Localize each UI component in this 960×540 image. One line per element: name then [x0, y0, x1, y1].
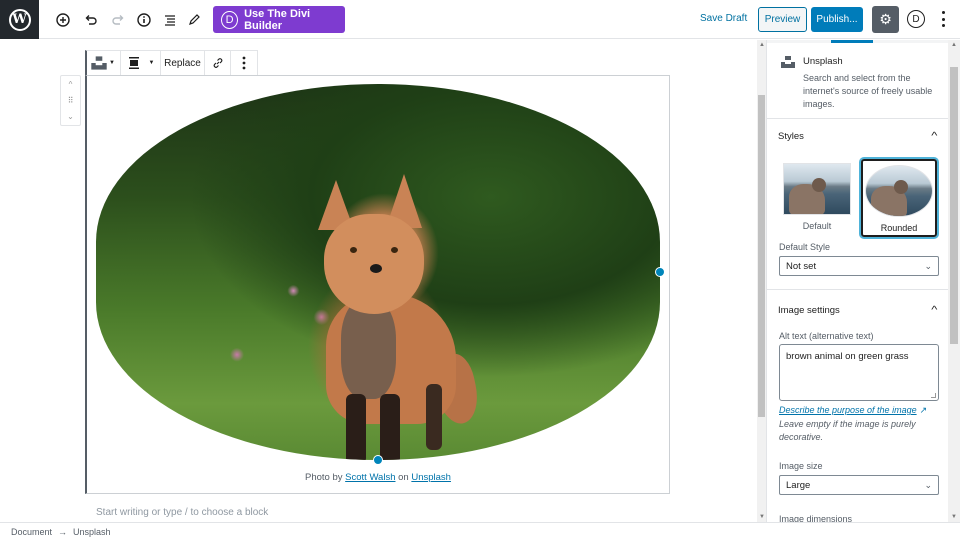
editor-header: W D Use The Divi Builder Save Draft Prev… — [0, 0, 960, 39]
image-caption[interactable]: Photo by Scott Walsh on Unsplash — [86, 472, 670, 483]
editor-scroll-thumb[interactable] — [758, 95, 765, 417]
block-breadcrumb: Document → Unsplash — [0, 522, 960, 540]
styles-panel-title: Styles — [778, 130, 804, 142]
image-dimensions-label: Image dimensions — [779, 514, 853, 522]
block-toolbar: ▼ ▼ Replace — [85, 50, 258, 76]
image-settings-title: Image settings — [778, 304, 840, 316]
describe-link-text: Describe the purpose of the image — [779, 405, 917, 415]
alt-text-help: Leave empty if the image is purely decor… — [779, 419, 916, 442]
replace-button[interactable]: Replace — [161, 51, 205, 75]
image-settings-toggle[interactable]: Image settings ^ — [767, 293, 948, 327]
redo-icon[interactable] — [108, 10, 128, 30]
unsplash-icon — [781, 56, 795, 68]
settings-button[interactable]: ⚙ — [872, 6, 899, 33]
sidebar-scrollbar[interactable]: ▲ ▼ — [948, 40, 960, 522]
block-more-options-button[interactable] — [231, 51, 256, 75]
chevron-down-icon: ⌄ — [924, 260, 932, 271]
block-card: Unsplash Search and select from the inte… — [767, 43, 948, 119]
wordpress-icon: W — [8, 8, 31, 31]
scroll-down-icon[interactable]: ▼ — [951, 514, 957, 520]
resize-handle-bottom[interactable] — [373, 455, 383, 465]
more-options-icon[interactable] — [937, 9, 949, 29]
block-mover: ^ ⠿ ⌄ — [60, 75, 81, 126]
align-button[interactable]: ▼ — [121, 51, 161, 75]
external-link-icon: ↗ — [919, 405, 928, 415]
fox-image[interactable] — [96, 84, 660, 460]
image-size-value: Large — [786, 479, 811, 491]
alt-text-value: brown animal on green grass — [786, 351, 909, 362]
chevron-up-icon: ^ — [931, 304, 938, 316]
chevron-down-icon: ⌄ — [924, 479, 932, 490]
gear-icon: ⚙ — [879, 11, 892, 27]
list-view-icon[interactable] — [160, 10, 180, 30]
block-card-description: Search and select from the internet's so… — [803, 73, 933, 109]
caret-down-icon: ▼ — [148, 60, 155, 66]
use-divi-builder-button[interactable]: D Use The Divi Builder — [213, 6, 345, 33]
align-center-icon — [128, 57, 139, 69]
wordpress-logo-button[interactable]: W — [0, 0, 39, 39]
breadcrumb-separator: → — [58, 527, 68, 537]
default-style-label: Default Style — [779, 242, 831, 252]
describe-purpose-link[interactable]: Describe the purpose of the image ↗ — [779, 405, 927, 416]
preview-button[interactable]: Preview — [758, 7, 807, 32]
block-card-title: Unsplash — [803, 56, 843, 67]
divi-button-label: Use The Divi Builder — [244, 7, 311, 32]
unsplash-icon — [91, 56, 107, 70]
default-style-select[interactable]: Not set ⌄ — [779, 256, 939, 276]
block-type-switcher[interactable]: ▼ — [87, 51, 121, 75]
publish-button[interactable]: Publish... — [811, 7, 863, 32]
image-size-label: Image size — [779, 461, 823, 471]
chevron-up-icon: ^ — [931, 130, 938, 142]
breadcrumb-unsplash[interactable]: Unsplash — [73, 527, 111, 537]
divi-logo-icon: D — [221, 10, 239, 29]
default-style-value: Not set — [786, 260, 817, 272]
styles-panel-toggle[interactable]: Styles ^ — [767, 119, 948, 153]
breadcrumb-document[interactable]: Document — [11, 527, 52, 537]
scroll-up-icon[interactable]: ▲ — [951, 42, 957, 48]
block-appender[interactable]: Start writing or type / to choose a bloc… — [96, 507, 268, 518]
edit-icon[interactable] — [184, 10, 204, 30]
caption-author-link[interactable]: Scott Walsh — [345, 472, 395, 483]
link-button[interactable] — [205, 51, 231, 75]
image-settings-panel: Image settings ^ Alt text (alternative t… — [767, 291, 948, 522]
move-up-icon[interactable]: ^ — [69, 80, 73, 89]
resize-handle-right[interactable] — [655, 267, 665, 277]
caption-prefix: Photo by — [305, 472, 346, 483]
settings-sidebar: Unsplash Search and select from the inte… — [766, 40, 948, 522]
save-draft-button[interactable]: Save Draft — [700, 13, 747, 24]
info-icon[interactable] — [134, 10, 154, 30]
move-down-icon[interactable]: ⌄ — [67, 112, 74, 121]
resize-grip-icon[interactable] — [931, 393, 936, 398]
drag-handle-icon[interactable]: ⠿ — [68, 96, 74, 105]
style-option-label: Default — [802, 221, 832, 231]
divi-icon[interactable]: D — [907, 10, 925, 28]
more-vertical-icon — [242, 56, 245, 70]
undo-icon[interactable] — [81, 10, 101, 30]
link-icon — [213, 58, 222, 68]
style-option-default[interactable]: Default — [779, 159, 855, 237]
styles-panel: Styles ^ Default Rounded Default Style N… — [767, 119, 948, 290]
scroll-down-icon[interactable]: ▼ — [759, 514, 765, 520]
caption-source-link[interactable]: Unsplash — [411, 472, 451, 483]
image-size-select[interactable]: Large ⌄ — [779, 475, 939, 495]
add-block-icon[interactable] — [53, 10, 73, 30]
style-option-rounded[interactable]: Rounded — [861, 159, 937, 237]
caption-middle: on — [395, 472, 412, 483]
sidebar-scroll-thumb[interactable] — [950, 67, 958, 344]
style-option-label: Rounded — [880, 223, 918, 233]
alt-text-input[interactable]: brown animal on green grass — [779, 344, 939, 401]
scroll-up-icon[interactable]: ▲ — [759, 42, 765, 48]
editor-scrollbar[interactable]: ▲ ▼ — [757, 40, 766, 522]
alt-text-label: Alt text (alternative text) — [779, 331, 874, 341]
caret-down-icon: ▼ — [109, 60, 115, 66]
